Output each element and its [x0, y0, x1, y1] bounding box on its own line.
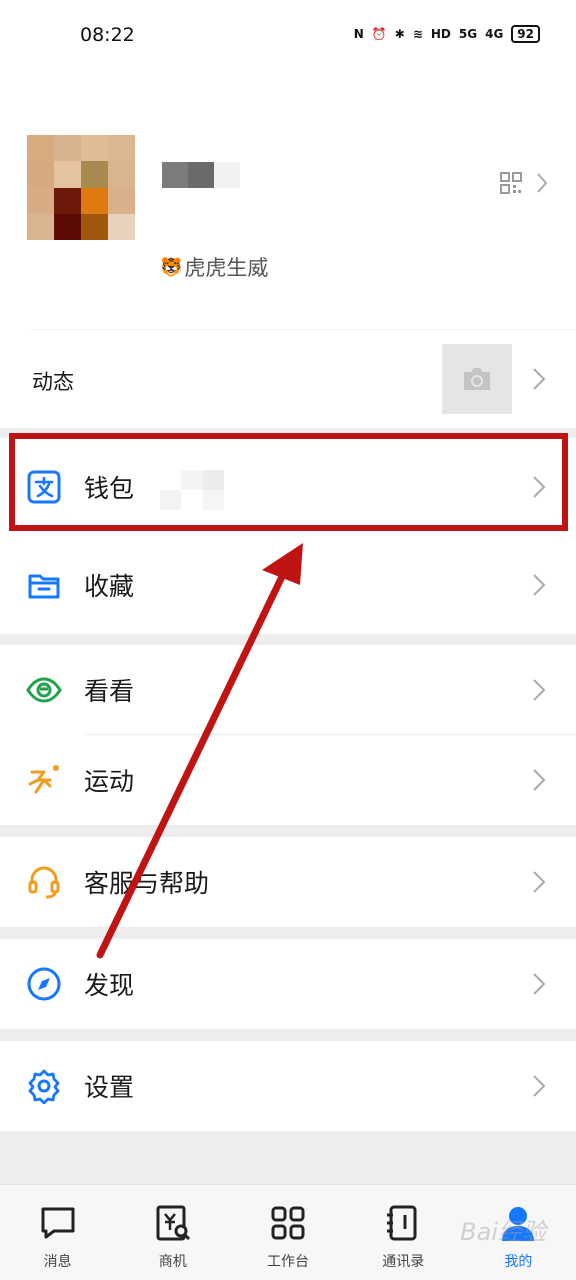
grid-icon [271, 1206, 305, 1240]
chevron-right-icon [533, 574, 546, 596]
menu-item-settings[interactable]: 设置 [0, 1041, 576, 1131]
qr-code-icon [500, 172, 522, 194]
gear-icon [28, 1069, 60, 1104]
camera-icon [464, 368, 490, 390]
wallet-icon [27, 470, 61, 504]
chevron-right-icon [533, 1075, 546, 1097]
wifi-icon: ≋ [412, 27, 423, 41]
tab-business[interactable]: 商机 [115, 1185, 230, 1280]
folder-icon [28, 574, 60, 599]
status-text: 虎虎生威 [184, 256, 269, 280]
chevron-right-icon [533, 476, 546, 498]
hd-badge: HD [430, 27, 451, 41]
business-search-icon [156, 1205, 190, 1241]
watch-label: 看看 [84, 677, 135, 706]
headset-icon [28, 866, 60, 899]
chevron-right-icon [533, 871, 546, 893]
tab-workbench[interactable]: 工作台 [230, 1185, 345, 1280]
tab-label: 工作台 [267, 1254, 309, 1270]
menu-group-4: 发现 [0, 939, 576, 1029]
menu-item-discover[interactable]: 发现 [0, 939, 576, 1029]
menu-group-5: 设置 [0, 1041, 576, 1131]
tab-contacts[interactable]: 通讯录 [346, 1185, 461, 1280]
settings-label: 设置 [84, 1073, 135, 1102]
moments-thumbnail[interactable] [442, 344, 512, 414]
address-book-icon [387, 1205, 417, 1241]
nickname-redacted [162, 162, 240, 188]
status-icons: N ⏰ ✱ ≋ HD 5G 4G 92 [354, 25, 540, 43]
chat-bubble-icon [41, 1207, 75, 1239]
avatar[interactable] [27, 135, 135, 240]
chevron-right-icon [537, 173, 548, 193]
tab-label: 消息 [43, 1254, 72, 1270]
menu-item-wallet[interactable]: 钱包 [0, 438, 576, 536]
menu-item-watch[interactable]: 看看 [0, 645, 576, 735]
menu-item-support[interactable]: 客服与帮助 [0, 837, 576, 927]
support-label: 客服与帮助 [84, 869, 210, 898]
alarm-icon: ⏰ [371, 27, 387, 41]
moments-label: 动态 [32, 370, 74, 394]
tab-label: 商机 [158, 1254, 187, 1270]
wallet-info-redacted [160, 470, 245, 510]
status-bar: 08:22 N ⏰ ✱ ≋ HD 5G 4G 92 [0, 0, 576, 72]
tab-me[interactable]: 我的 [461, 1185, 576, 1280]
wallet-label: 钱包 [84, 474, 135, 503]
profile-card[interactable]: 🐯 虎虎生威 [0, 72, 576, 330]
chevron-right-icon [533, 973, 546, 995]
signal-5g: 5G [458, 27, 478, 41]
chevron-right-icon [533, 679, 546, 701]
discover-label: 发现 [84, 971, 135, 1000]
running-icon [28, 765, 59, 794]
menu-item-sports[interactable]: 运动 [0, 735, 576, 825]
bluetooth-icon: ✱ [394, 27, 405, 41]
bottom-tab-bar: 消息 商机 工作台 通讯录 我的 [0, 1184, 576, 1280]
chevron-right-icon [533, 368, 546, 390]
menu-group-1: 钱包 收藏 [0, 438, 576, 634]
tab-label: 通讯录 [382, 1254, 425, 1270]
compass-icon [27, 967, 61, 1001]
menu-group-3: 客服与帮助 [0, 837, 576, 927]
status-time: 08:22 [80, 24, 135, 46]
tab-label: 我的 [504, 1254, 533, 1270]
menu-group-2: 看看 运动 [0, 645, 576, 825]
nfc-icon: N [353, 27, 364, 41]
battery-indicator: 92 [511, 25, 540, 43]
person-icon [502, 1207, 535, 1241]
chevron-right-icon [533, 769, 546, 791]
qr-code-entry[interactable] [500, 172, 548, 194]
tiger-icon: 🐯 [160, 256, 183, 278]
eye-icon [26, 677, 62, 703]
favorites-label: 收藏 [84, 572, 135, 601]
signal-4g: 4G [485, 27, 504, 41]
sports-label: 运动 [84, 767, 135, 796]
moments-row[interactable]: 动态 [0, 330, 576, 428]
status-tag[interactable]: 🐯 虎虎生威 [160, 252, 268, 282]
tab-messages[interactable]: 消息 [0, 1185, 115, 1280]
menu-item-favorites[interactable]: 收藏 [0, 536, 576, 634]
